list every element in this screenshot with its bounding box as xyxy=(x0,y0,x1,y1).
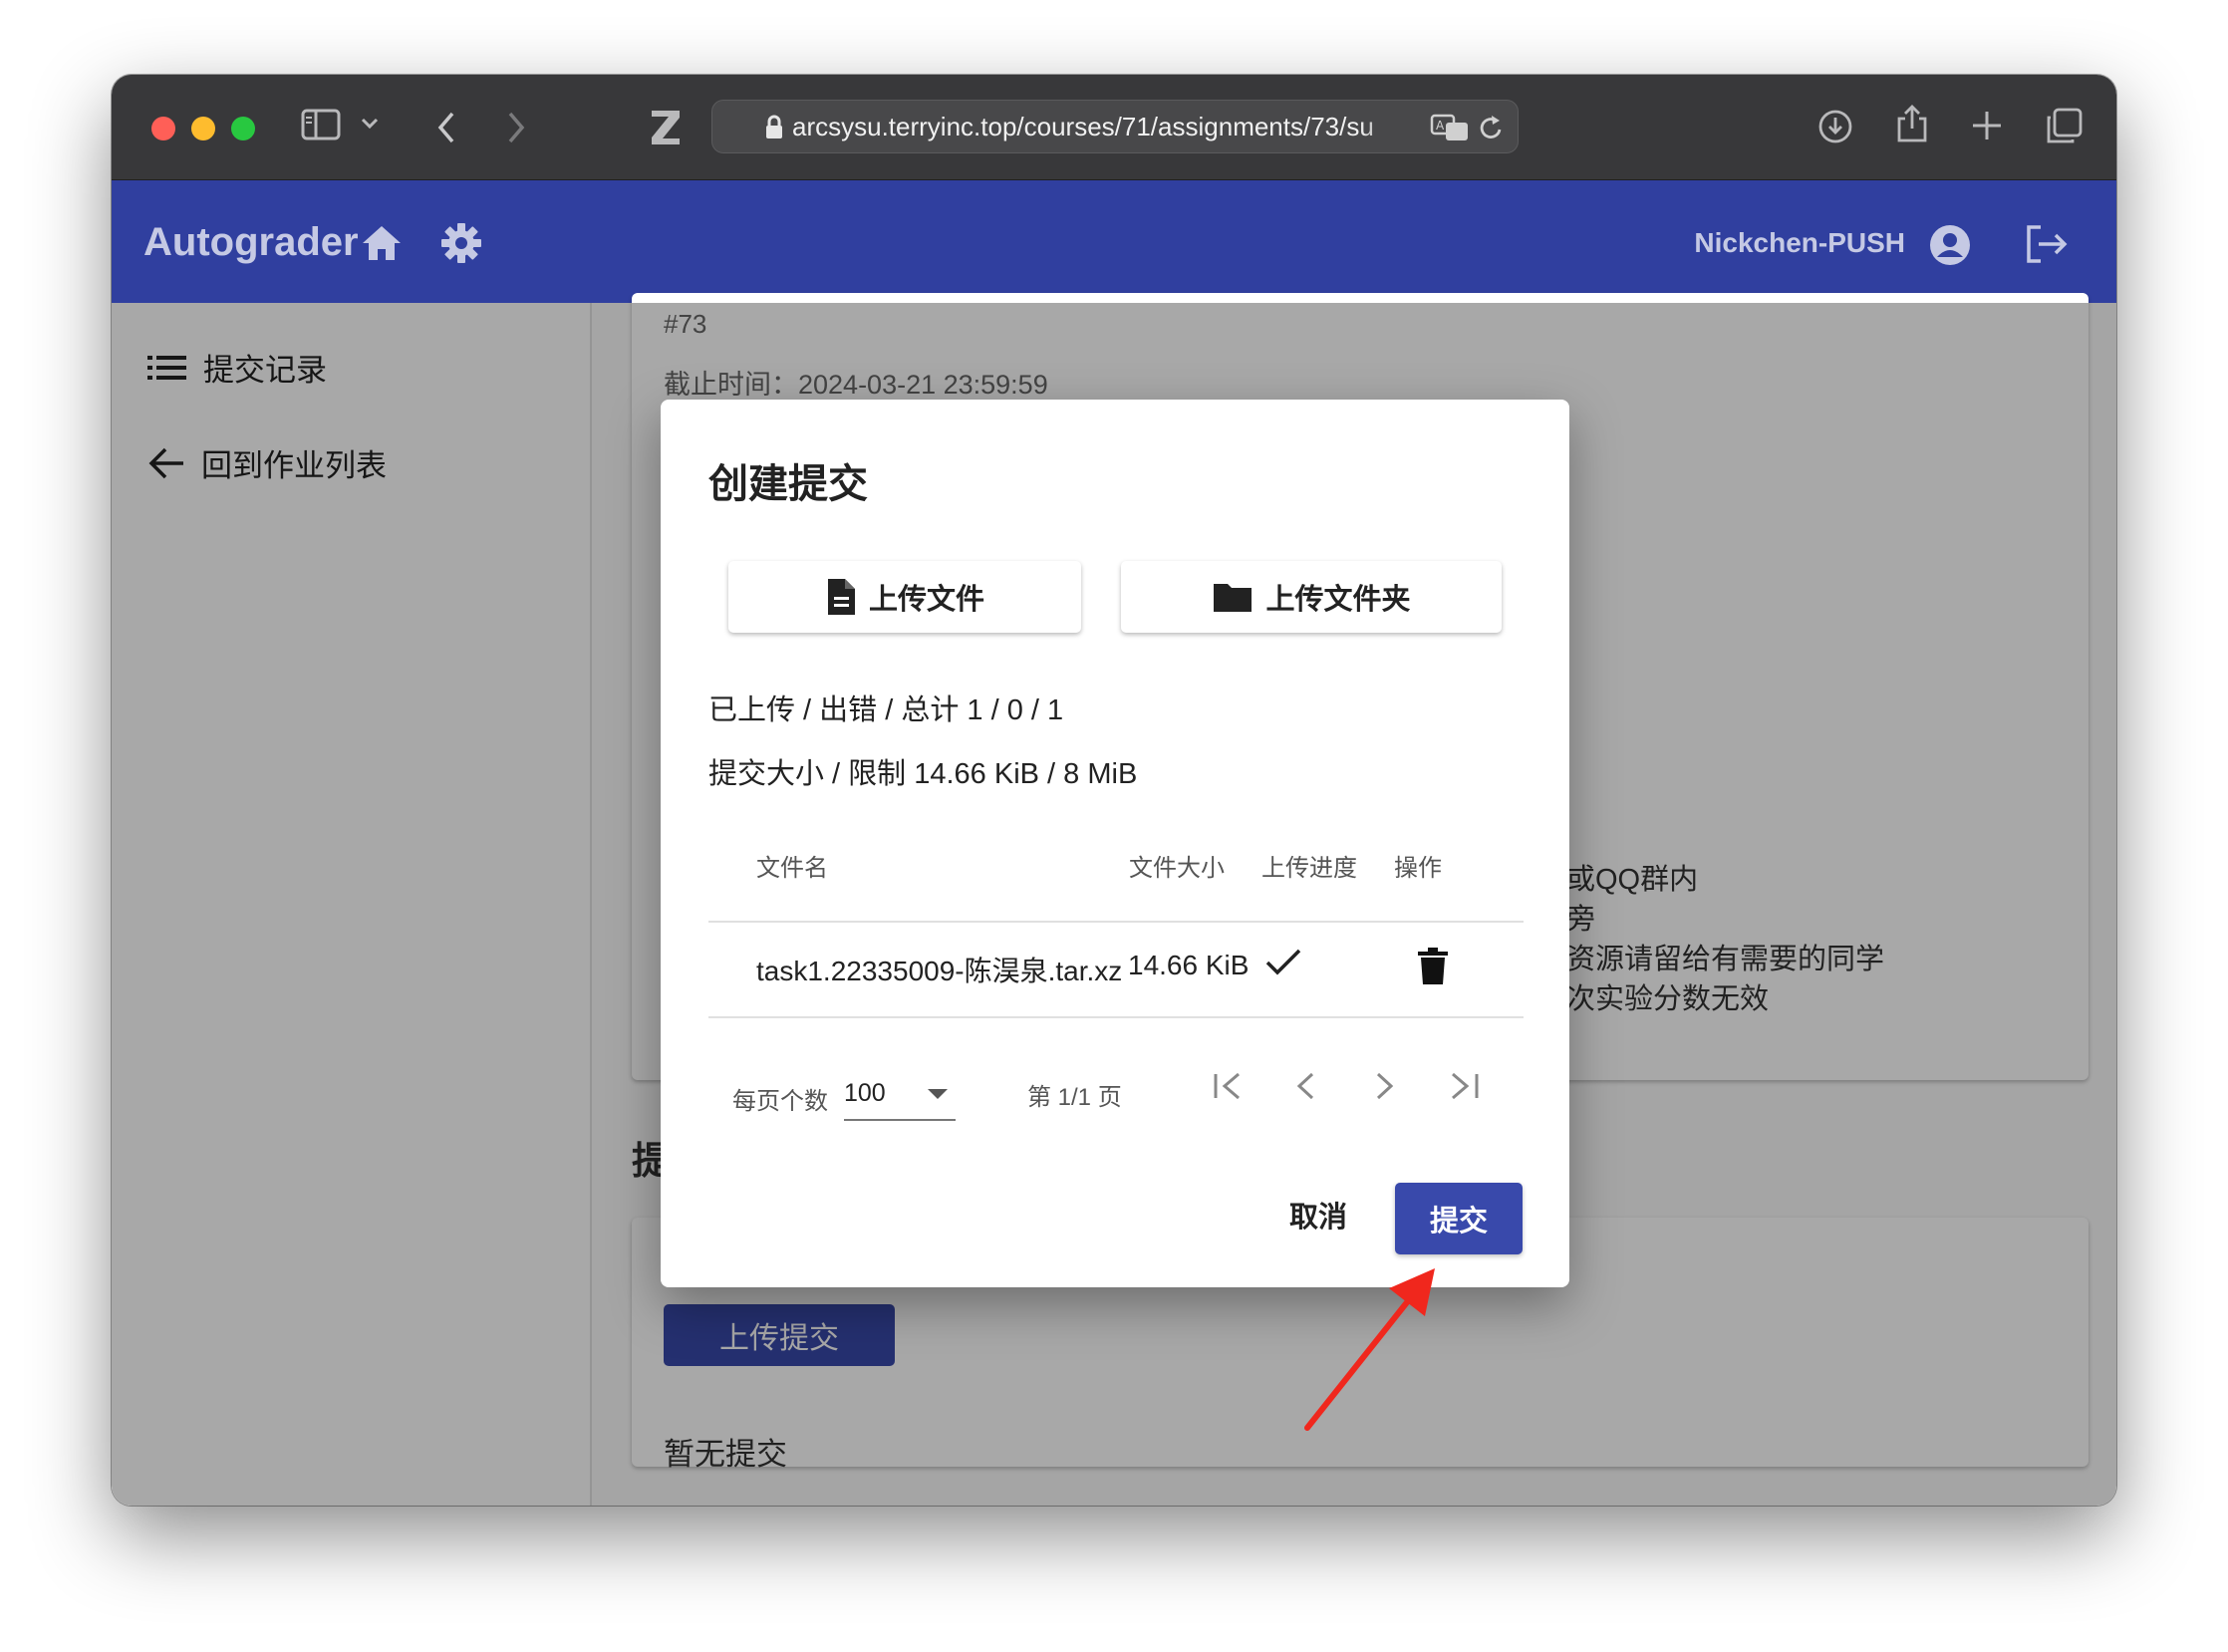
delete-icon[interactable] xyxy=(1418,948,1448,990)
dialog-title: 创建提交 xyxy=(708,462,868,506)
size-stats: 提交大小 / 限制 14.66 KiB / 8 MiB xyxy=(708,758,1138,790)
file-icon xyxy=(827,579,855,615)
folder-icon xyxy=(1214,584,1253,612)
zotero-extension-icon[interactable] xyxy=(650,109,682,146)
url-text: arcsysu.terryinc.top/courses/71/assignme… xyxy=(792,111,1374,141)
cancel-label: 取消 xyxy=(1288,1202,1347,1234)
submit-label: 提交 xyxy=(1429,1206,1488,1238)
next-page-icon[interactable] xyxy=(1374,1069,1396,1108)
settings-gear-icon[interactable] xyxy=(440,222,482,269)
page-info: 第 1/1 页 xyxy=(1027,1084,1122,1111)
account-circle-icon[interactable] xyxy=(1929,224,1971,271)
logout-icon[interactable] xyxy=(2025,224,2069,269)
chevron-down-icon[interactable] xyxy=(361,117,379,131)
dropdown-arrow-icon xyxy=(928,1089,948,1099)
app-title[interactable]: Autograder xyxy=(143,220,359,265)
column-header-actions: 操作 xyxy=(1394,855,1442,882)
column-header-filename: 文件名 xyxy=(756,855,828,882)
tab-overview-icon[interactable] xyxy=(2045,108,2083,145)
new-tab-icon[interactable] xyxy=(1971,110,2003,141)
table-row-divider xyxy=(708,1016,1524,1018)
share-icon[interactable] xyxy=(1895,103,1929,144)
check-icon xyxy=(1264,948,1302,982)
minimize-window-button[interactable] xyxy=(191,117,215,140)
column-header-progress: 上传进度 xyxy=(1261,855,1357,882)
create-submission-dialog: 创建提交 上传文件 上传文件夹 已上传 / 出错 / 总计 1 / 0 / 1 … xyxy=(661,400,1569,1287)
file-name-cell: task1.22335009-陈淏泉.tar.xz xyxy=(756,956,1123,986)
translate-icon[interactable]: A xyxy=(1430,113,1470,147)
back-icon[interactable] xyxy=(436,111,456,144)
last-page-icon[interactable] xyxy=(1448,1069,1482,1108)
upload-folder-button[interactable]: 上传文件夹 xyxy=(1121,561,1502,633)
username-label[interactable]: Nickchen-PUSH xyxy=(1694,227,1905,259)
rows-per-page-value: 100 xyxy=(844,1079,886,1107)
forward-icon[interactable] xyxy=(506,111,526,144)
upload-stats: 已上传 / 出错 / 总计 1 / 0 / 1 xyxy=(708,694,1064,726)
zoom-window-button[interactable] xyxy=(231,117,255,140)
annotation-arrow-icon xyxy=(1304,1268,1435,1431)
upload-file-button[interactable]: 上传文件 xyxy=(728,561,1081,633)
close-window-button[interactable] xyxy=(151,117,175,140)
submit-button[interactable]: 提交 xyxy=(1395,1183,1523,1254)
file-size-cell: 14.66 KiB xyxy=(1128,950,1250,980)
previous-page-icon[interactable] xyxy=(1294,1069,1316,1108)
svg-text:A: A xyxy=(1436,119,1445,133)
app-bar: Autograder Nickchen-PUSH xyxy=(112,180,2116,303)
table-header-divider xyxy=(708,921,1524,923)
column-header-size[interactable]: 文件大小 xyxy=(1129,848,1225,883)
cancel-button[interactable]: 取消 xyxy=(1268,1185,1368,1244)
reload-icon[interactable] xyxy=(1478,114,1504,146)
rows-per-page-label: 每页个数 xyxy=(732,1088,828,1115)
download-icon[interactable] xyxy=(1817,109,1853,144)
rows-per-page-select[interactable]: 100 xyxy=(844,1071,956,1121)
lock-icon xyxy=(766,115,782,138)
sidebar-toggle-icon[interactable] xyxy=(301,109,341,140)
browser-toolbar: arcsysu.terryinc.top/courses/71/assignme… xyxy=(112,75,2116,180)
address-bar[interactable]: arcsysu.terryinc.top/courses/71/assignme… xyxy=(711,100,1519,153)
upload-file-label: 上传文件 xyxy=(868,584,984,616)
first-page-icon[interactable] xyxy=(1211,1069,1245,1108)
home-icon[interactable] xyxy=(361,224,403,267)
upload-folder-label: 上传文件夹 xyxy=(1265,584,1411,616)
